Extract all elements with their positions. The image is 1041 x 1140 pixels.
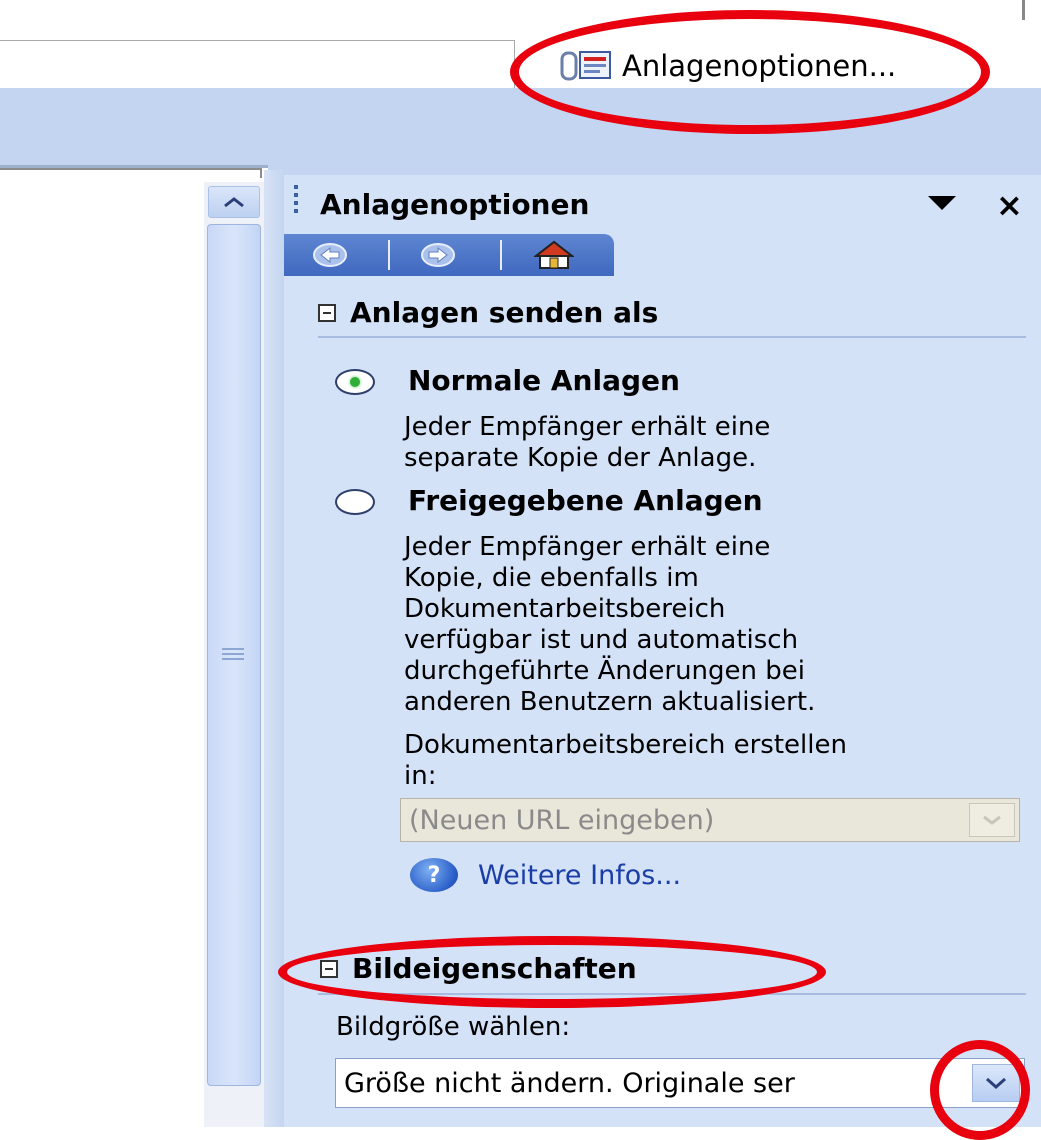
annotation-ellipse	[278, 936, 826, 1008]
workspace-label-line: Dokumentarbeitsbereich erstellen	[404, 730, 847, 760]
radio-shared-attachments[interactable]	[335, 489, 375, 515]
send-as-section-header[interactable]: Anlagen senden als	[318, 296, 658, 329]
scroll-up-button[interactable]	[208, 186, 260, 218]
option-description-shared: Jeder Empfänger erhält eine Kopie, die e…	[404, 532, 815, 718]
divider	[500, 240, 502, 270]
back-arrow-icon	[313, 243, 347, 267]
forward-button[interactable]	[416, 240, 460, 270]
description-line: separate Kopie der Anlage.	[404, 443, 757, 473]
home-icon	[534, 240, 574, 269]
message-body[interactable]	[0, 168, 204, 1127]
section-heading: Anlagen senden als	[350, 296, 659, 329]
collapse-icon	[318, 303, 336, 322]
pane-splitter[interactable]	[264, 170, 284, 1127]
window-edge	[1022, 0, 1025, 20]
close-icon[interactable]: ×	[996, 186, 1023, 224]
chevron-up-icon	[224, 197, 244, 208]
annotation-ellipse	[510, 10, 990, 134]
divider	[388, 240, 390, 270]
scroll-grip-icon	[222, 648, 244, 662]
workspace-label-line: in:	[404, 761, 437, 791]
description-line: verfügbar ist und automatisch	[404, 625, 799, 655]
divider	[200, 168, 262, 178]
image-size-dropdown[interactable]: Größe nicht ändern. Originale ser	[335, 1058, 1025, 1108]
help-icon: ?	[410, 858, 458, 892]
pane-title: Anlagenoptionen	[320, 188, 590, 221]
workspace-label: Dokumentarbeitsbereich erstellen in:	[404, 730, 847, 792]
description-line: Kopie, die ebenfalls im	[404, 563, 699, 593]
image-size-value: Größe nicht ändern. Originale ser	[344, 1067, 795, 1099]
url-placeholder: (Neuen URL eingeben)	[409, 804, 715, 836]
back-button[interactable]	[308, 240, 352, 270]
option-label-normal[interactable]: Normale Anlagen	[408, 364, 680, 397]
image-size-label: Bildgröße wählen:	[336, 1012, 571, 1042]
workspace-url-combobox[interactable]: (Neuen URL eingeben)	[400, 798, 1020, 842]
toolbar-band-right	[268, 165, 1041, 175]
home-button[interactable]	[532, 240, 576, 270]
option-label-shared[interactable]: Freigegebene Anlagen	[408, 484, 763, 517]
description-line: Jeder Empfänger erhält eine	[404, 412, 771, 442]
subject-field[interactable]	[0, 40, 515, 90]
radio-selected-dot	[350, 377, 360, 387]
url-dropdown-button[interactable]	[969, 803, 1015, 837]
divider	[0, 168, 200, 170]
description-line: Jeder Empfänger erhält eine	[404, 532, 771, 562]
radio-normal-attachments[interactable]	[335, 369, 375, 395]
divider	[318, 336, 1026, 338]
more-info-label: Weitere Infos...	[478, 859, 682, 891]
annotation-ellipse	[930, 1040, 1030, 1140]
option-description-normal: Jeder Empfänger erhält eine separate Kop…	[404, 412, 770, 474]
description-line: anderen Benutzern aktualisiert.	[404, 687, 816, 717]
forward-arrow-icon	[421, 243, 455, 267]
pane-menu-dropdown-icon[interactable]	[928, 196, 956, 210]
description-line: durchgeführte Änderungen bei	[404, 656, 806, 686]
description-line: Dokumentarbeitsbereich	[404, 594, 726, 624]
chevron-down-icon	[983, 815, 1001, 825]
pane-grip-icon[interactable]	[294, 185, 298, 221]
more-info-link[interactable]: ? Weitere Infos...	[410, 858, 681, 892]
